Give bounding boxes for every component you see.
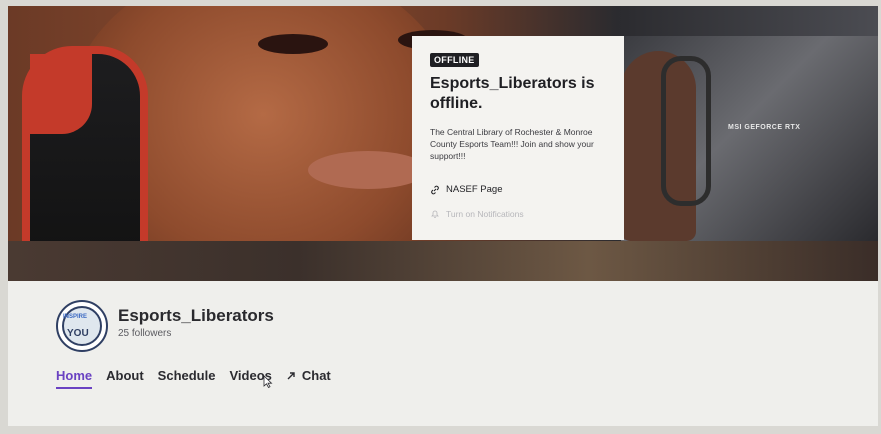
banner-bottom-strip	[8, 241, 878, 281]
banner-gaming-rig	[621, 36, 878, 241]
tab-chat[interactable]: Chat	[286, 368, 331, 389]
banner-eye-left	[258, 34, 328, 54]
offline-description: The Central Library of Rochester & Monro…	[430, 127, 594, 161]
offline-card: OFFLINE Esports_Liberators is offline. T…	[412, 36, 624, 240]
tab-schedule[interactable]: Schedule	[158, 368, 216, 389]
banner-headset-band	[30, 54, 92, 134]
tab-chat-label: Chat	[301, 368, 331, 383]
notifications-label: Turn on Notifications	[446, 209, 524, 219]
bell-icon	[431, 210, 439, 218]
link-icon	[431, 185, 439, 194]
browser-viewport: MSI GEFORCE RTX OFFLINE Esports_Liberato…	[8, 6, 878, 426]
banner-gpu-label: MSI GEFORCE RTX	[728, 124, 801, 131]
channel-tabs: Home About Schedule Videos Chat	[56, 368, 331, 389]
tab-home[interactable]: Home	[56, 368, 93, 389]
banner-mouth	[308, 151, 428, 189]
avatar-text: YOU	[67, 328, 89, 339]
banner-rig-headset	[661, 56, 711, 206]
nasef-page-link[interactable]: NASEF Page	[430, 184, 606, 195]
mouse-cursor-icon	[263, 375, 273, 388]
offline-title: Esports_Liberators is offline.	[430, 75, 595, 112]
channel-avatar[interactable]: INSPIRE YOU	[56, 300, 108, 352]
avatar-inner-circle	[62, 306, 102, 346]
notifications-toggle[interactable]: Turn on Notifications	[430, 209, 606, 219]
nasef-page-label: NASEF Page	[446, 184, 503, 195]
channel-name[interactable]: Esports_Liberators	[118, 306, 274, 326]
offline-badge: OFFLINE	[430, 53, 479, 67]
tab-about[interactable]: About	[106, 368, 144, 389]
avatar-top-text: INSPIRE	[63, 314, 88, 320]
external-link-icon	[287, 371, 295, 379]
follower-count: 25 followers	[118, 328, 172, 339]
channel-banner: MSI GEFORCE RTX OFFLINE Esports_Liberato…	[8, 6, 878, 281]
